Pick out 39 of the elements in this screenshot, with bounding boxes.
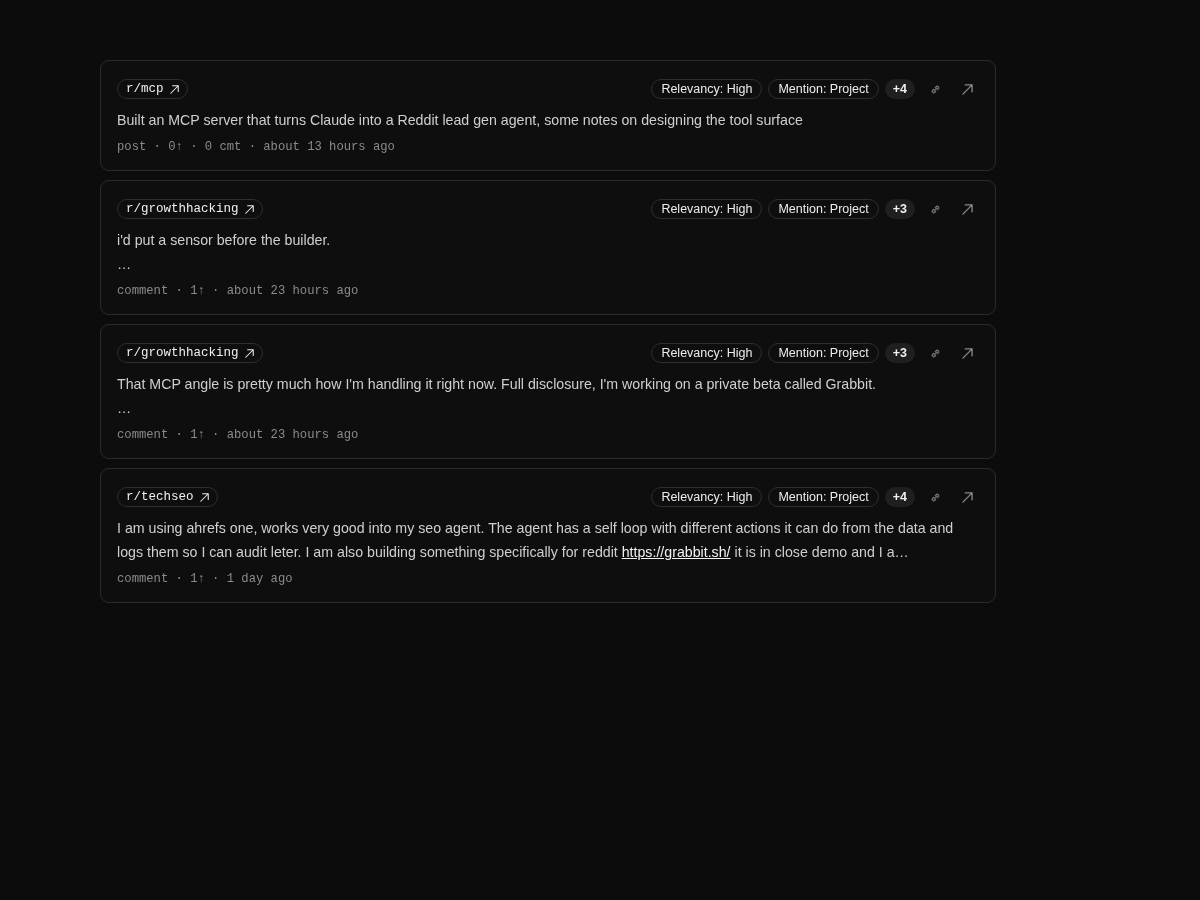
subreddit-link[interactable]: r/growthhacking bbox=[117, 343, 263, 363]
post-text: i'd put a sensor before the builder. bbox=[117, 231, 332, 250]
external-link-icon bbox=[244, 204, 254, 214]
tag: Relevancy: High bbox=[651, 79, 763, 99]
external-link-icon bbox=[961, 347, 973, 359]
post-text: … bbox=[117, 255, 133, 274]
more-tags-count[interactable]: +3 bbox=[884, 343, 915, 363]
external-link-icon bbox=[961, 203, 973, 215]
external-link-icon bbox=[244, 348, 254, 358]
more-tags-count[interactable]: +4 bbox=[884, 487, 915, 507]
tag: Mention: Project bbox=[768, 343, 879, 363]
post-text: … bbox=[117, 399, 133, 418]
post-meta: post · 0↑ · 0 cmt · about 13 hours ago bbox=[117, 139, 396, 156]
link-icon bbox=[929, 83, 941, 95]
post-meta: comment · 1↑ · about 23 hours ago bbox=[117, 427, 360, 444]
link-icon bbox=[929, 203, 941, 215]
tag: Mention: Project bbox=[768, 487, 879, 507]
external-link-icon bbox=[961, 83, 973, 95]
more-tags-count[interactable]: +3 bbox=[884, 199, 915, 219]
post-text: That MCP angle is pretty much how I'm handling it right now. Full disclosure, I'm working on a private beta called Grabbit. bbox=[117, 375, 878, 394]
external-link-icon bbox=[961, 491, 973, 503]
external-link-icon bbox=[199, 492, 209, 502]
tag: Relevancy: High bbox=[651, 487, 763, 507]
subreddit-link[interactable]: r/growthhacking bbox=[117, 199, 263, 219]
external-link-icon bbox=[169, 84, 179, 94]
tag: Relevancy: High bbox=[651, 343, 763, 363]
tag: Mention: Project bbox=[768, 79, 879, 99]
subreddit-link[interactable]: r/mcp bbox=[117, 79, 188, 99]
post-text: I am using ahrefs one, works very good into my seo agent. The agent has a self loop with different actions it can do from the data and logs them so I can audit leter. I am also building something specifically for reddit https://grabbit.sh/ it is in close demo and I a… bbox=[117, 519, 955, 562]
post-text: Built an MCP server that turns Claude into a Reddit lead gen agent, some notes on designing the tool surface bbox=[117, 111, 804, 130]
tag: Mention: Project bbox=[768, 199, 879, 219]
post-meta: comment · 1↑ · 1 day ago bbox=[117, 571, 294, 588]
more-tags-count[interactable]: +4 bbox=[884, 79, 915, 99]
link-icon bbox=[929, 347, 941, 359]
tag: Relevancy: High bbox=[651, 199, 763, 219]
subreddit-link[interactable]: r/techseo bbox=[117, 487, 218, 507]
link-icon bbox=[929, 491, 941, 503]
url-link[interactable]: https://grabbit.sh/ bbox=[621, 544, 731, 560]
post-meta: comment · 1↑ · about 23 hours ago bbox=[117, 283, 360, 300]
